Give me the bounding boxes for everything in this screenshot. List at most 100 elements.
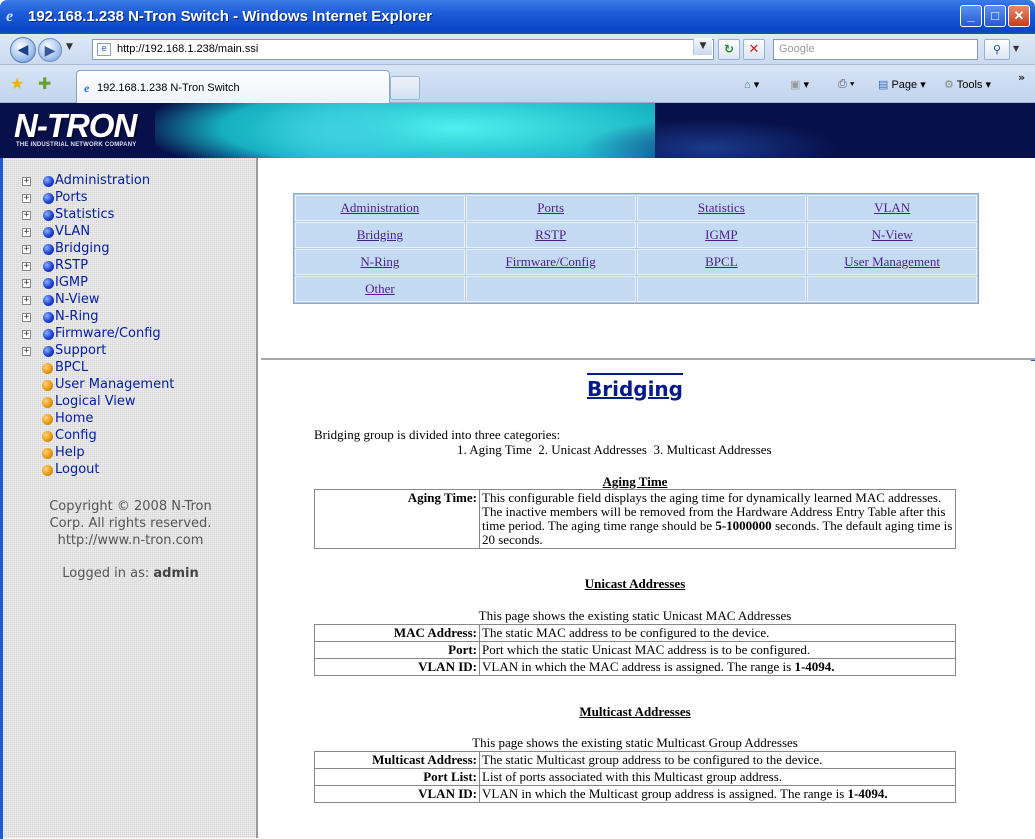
logged-in-status: Logged in as: admin [3, 566, 258, 581]
tools-menu[interactable]: ⚙ Tools ▾ [944, 78, 991, 91]
menu-cell: User Management [807, 249, 977, 275]
blue-dot-icon [43, 227, 54, 238]
logo-tagline: THE INDUSTRIAL NETWORK COMPANY [16, 142, 137, 148]
menu-link-n-view[interactable]: N-View [872, 227, 913, 242]
expand-icon[interactable]: + [22, 177, 31, 186]
sidebar-item-label[interactable]: Logical View [55, 394, 136, 409]
tools-menu-label: Tools [956, 79, 983, 91]
expand-icon[interactable]: + [22, 313, 31, 322]
address-dropdown-icon[interactable]: ▼ [693, 38, 712, 55]
add-favorites-icon[interactable]: ✚ [38, 74, 51, 93]
favorites-star-icon[interactable]: ★ [10, 74, 24, 93]
expand-icon[interactable]: + [22, 296, 31, 305]
history-dropdown-icon[interactable]: ▼ [66, 42, 73, 52]
menu-link-firmware-config[interactable]: Firmware/Config [506, 254, 596, 269]
sidebar-item-label[interactable]: Firmware/Config [55, 326, 161, 341]
sidebar-item-label[interactable]: Config [55, 428, 97, 443]
sidebar-item-label[interactable]: IGMP [55, 275, 88, 290]
search-options-dropdown-icon[interactable]: ▼ [1013, 44, 1019, 53]
sidebar-item-label[interactable]: BPCL [55, 360, 88, 375]
unicast-table: MAC Address: The static MAC address to b… [314, 624, 956, 676]
feeds-icon[interactable]: ▣ ▾ [790, 78, 809, 91]
search-input[interactable]: Google [773, 39, 978, 60]
chevron-more-icon[interactable]: » [1018, 71, 1025, 84]
table-row: VLAN ID: VLAN in which the Multicast gro… [314, 785, 956, 803]
maximize-button[interactable]: □ [984, 5, 1006, 27]
window-title-bar[interactable]: e 192.168.1.238 N-Tron Switch - Windows … [0, 0, 1035, 34]
blue-dot-icon [43, 278, 54, 289]
tab-ie-icon: e [84, 81, 90, 95]
menu-link-n-ring[interactable]: N-Ring [360, 254, 399, 269]
field-description: This configurable field displays the agi… [479, 489, 956, 549]
menu-link-user-management[interactable]: User Management [844, 254, 940, 269]
refresh-button[interactable]: ↻ [718, 39, 740, 60]
back-button[interactable]: ◀ [10, 37, 36, 63]
banner-graphic-shadow [580, 118, 840, 158]
orange-dot-icon [42, 448, 53, 459]
print-icon[interactable]: ⎙ ▾ [838, 78, 855, 91]
menu-cell-empty [807, 276, 977, 302]
field-name: MAC Address: [314, 624, 480, 642]
search-icon[interactable]: ⚲ [984, 39, 1010, 60]
expand-icon[interactable]: + [22, 347, 31, 356]
expand-icon[interactable]: + [22, 211, 31, 220]
aging-table: Aging Time: This configurable field disp… [314, 489, 956, 549]
sidebar-item-label[interactable]: Help [55, 445, 85, 460]
menu-link-bridging[interactable]: Bridging [357, 227, 403, 242]
expand-icon[interactable]: + [22, 194, 31, 203]
blue-dot-icon [43, 193, 54, 204]
sidebar-item-label[interactable]: Home [55, 411, 93, 426]
minimize-button[interactable]: _ [960, 5, 982, 27]
blue-dot-icon [43, 176, 54, 187]
expand-icon[interactable]: + [22, 279, 31, 288]
tab-command-bar: ★ ✚ e 192.168.1.238 N-Tron Switch ⌂ ▾ ▣ … [0, 65, 1035, 103]
orange-dot-icon [42, 431, 53, 442]
menu-link-bpcl[interactable]: BPCL [705, 254, 738, 269]
expand-icon[interactable]: + [22, 262, 31, 271]
desc-bold: 1-4094. [847, 786, 888, 801]
menu-link-administration[interactable]: Administration [341, 200, 420, 215]
expand-icon[interactable]: + [22, 245, 31, 254]
copyright-url: http://www.n-tron.com [57, 533, 204, 548]
stop-button[interactable]: ✕ [743, 39, 765, 60]
section-heading-multicast: Multicast Addresses [579, 704, 691, 719]
content-frame: Bridging Bridging group is divided into … [261, 361, 1035, 839]
new-tab-button[interactable] [390, 76, 420, 100]
table-row: Port: Port which the static Unicast MAC … [314, 641, 956, 659]
home-icon[interactable]: ⌂ ▾ [744, 78, 759, 91]
menu-link-igmp[interactable]: IGMP [705, 227, 738, 242]
sidebar-item-label[interactable]: Bridging [55, 241, 109, 256]
sidebar-item-label[interactable]: Support [55, 343, 106, 358]
expand-icon[interactable]: + [22, 228, 31, 237]
table-row: Multicast Address: The static Multicast … [314, 751, 956, 769]
sidebar-item-label[interactable]: Ports [55, 190, 88, 205]
page-title-text: Bridging [586, 373, 683, 401]
menu-link-other[interactable]: Other [365, 281, 395, 296]
tab-current[interactable]: e 192.168.1.238 N-Tron Switch [76, 70, 390, 103]
menu-cell: Other [295, 276, 465, 302]
ie-logo-icon: e [6, 8, 14, 25]
menu-link-rstp[interactable]: RSTP [535, 227, 566, 242]
sidebar-item-label[interactable]: User Management [55, 377, 174, 392]
sidebar-item-label[interactable]: Administration [55, 173, 150, 188]
sidebar-item-label[interactable]: RSTP [55, 258, 88, 273]
page-icon: e [97, 43, 111, 56]
table-row: Port List: List of ports associated with… [314, 768, 956, 786]
sidebar-item-label[interactable]: VLAN [55, 224, 90, 239]
page-menu[interactable]: ▤ Page ▾ [878, 78, 926, 91]
sidebar-item-label[interactable]: Logout [55, 462, 100, 477]
close-button[interactable]: ✕ [1008, 5, 1030, 27]
sidebar-item-label[interactable]: N-Ring [55, 309, 99, 324]
sidebar-item-label[interactable]: Statistics [55, 207, 114, 222]
field-name: Multicast Address: [314, 751, 480, 769]
sidebar-item-label[interactable]: N-View [55, 292, 100, 307]
menu-cell: BPCL [636, 249, 807, 275]
expand-icon[interactable]: + [22, 330, 31, 339]
page-title: Bridging [261, 373, 1009, 401]
menu-link-statistics[interactable]: Statistics [698, 200, 745, 215]
menu-link-ports[interactable]: Ports [537, 200, 564, 215]
address-url[interactable]: http://192.168.1.238/main.ssi [117, 43, 258, 55]
forward-button[interactable]: ▶ [38, 38, 62, 62]
menu-link-vlan[interactable]: VLAN [874, 200, 910, 215]
address-bar[interactable]: e http://192.168.1.238/main.ssi [92, 39, 714, 60]
